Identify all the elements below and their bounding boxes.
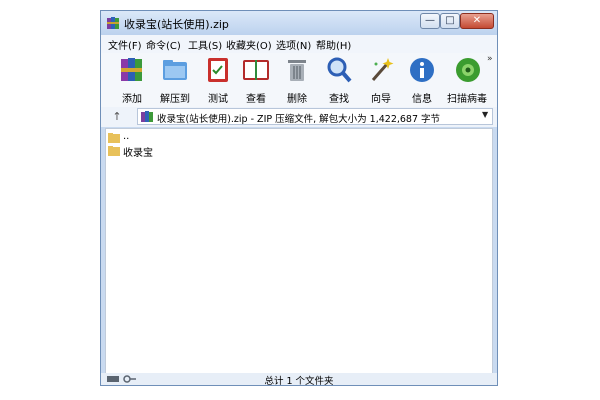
file-list[interactable]: .. 收录宝 — [105, 128, 493, 374]
magnifier-icon — [327, 57, 352, 83]
file-name: 收录宝 — [123, 148, 153, 159]
extract-to-button[interactable]: 解压到 — [156, 56, 194, 106]
trash-bin-icon — [288, 60, 306, 81]
magic-wand-icon — [371, 58, 394, 81]
menu-bar: 文件(F) 命令(C) 工具(S) 收藏夹(O) 选项(N) 帮助(H) — [101, 35, 497, 53]
status-bar: 总计 1 个文件夹 — [101, 373, 497, 387]
window-title: 收录宝(站长使用).zip — [124, 18, 229, 31]
status-text: 总计 1 个文件夹 — [264, 376, 334, 387]
info-icon — [410, 58, 434, 82]
books-add-icon — [121, 58, 142, 81]
maximize-button[interactable]: □ — [440, 13, 460, 29]
virus-scan-label: 扫描病毒 — [447, 94, 487, 105]
winrar-window: 收录宝(站长使用).zip — □ ✕ 文件(F) 命令(C) 工具(S) 收藏… — [100, 10, 498, 387]
close-button[interactable]: ✕ — [460, 13, 494, 29]
virus-scan-button[interactable]: 扫描病毒 — [447, 56, 487, 106]
toolbar: 添加 解压到 测试 查看 删除 查找 向导 信息 扫描病毒 » — [101, 53, 497, 108]
find-button[interactable]: 查找 — [320, 56, 358, 106]
address-field[interactable]: 收录宝(站长使用).zip - ZIP 压缩文件, 解包大小为 1,422,68… — [137, 108, 493, 125]
up-one-level-button[interactable]: ↑ — [109, 109, 125, 125]
title-bar[interactable]: 收录宝(站长使用).zip — □ ✕ — [101, 11, 497, 35]
address-bar: ↑ 收录宝(站长使用).zip - ZIP 压缩文件, 解包大小为 1,422,… — [101, 107, 497, 127]
winrar-app-icon — [107, 17, 119, 29]
toolbar-more-chevron[interactable]: » — [487, 54, 493, 64]
test-checklist-icon — [208, 58, 228, 82]
menu-command[interactable]: 命令(C) — [146, 37, 181, 52]
menu-favorites[interactable]: 收藏夹(O) — [226, 37, 272, 52]
info-button[interactable]: 信息 — [403, 56, 441, 106]
view-button[interactable]: 查看 — [237, 56, 275, 106]
folder-up-icon — [108, 133, 120, 143]
menu-help[interactable]: 帮助(H) — [316, 37, 351, 52]
menu-tools[interactable]: 工具(S) — [188, 37, 222, 52]
menu-file[interactable]: 文件(F) — [108, 37, 142, 52]
menu-options[interactable]: 选项(N) — [276, 37, 311, 52]
address-dropdown-icon[interactable]: ▼ — [482, 110, 488, 119]
virus-scan-icon — [456, 58, 480, 82]
info-label: 信息 — [412, 94, 432, 105]
address-text: 收录宝(站长使用).zip - ZIP 压缩文件, 解包大小为 1,422,68… — [157, 114, 441, 125]
add-button[interactable]: 添加 — [113, 56, 151, 106]
delete-button[interactable]: 删除 — [278, 56, 316, 106]
minimize-button[interactable]: — — [420, 13, 440, 29]
archive-icon — [141, 111, 153, 122]
folder-icon — [108, 146, 120, 156]
file-name: .. — [123, 131, 130, 142]
folder-extract-icon — [163, 60, 187, 80]
wizard-button[interactable]: 向导 — [362, 56, 400, 106]
open-book-icon — [243, 60, 269, 80]
